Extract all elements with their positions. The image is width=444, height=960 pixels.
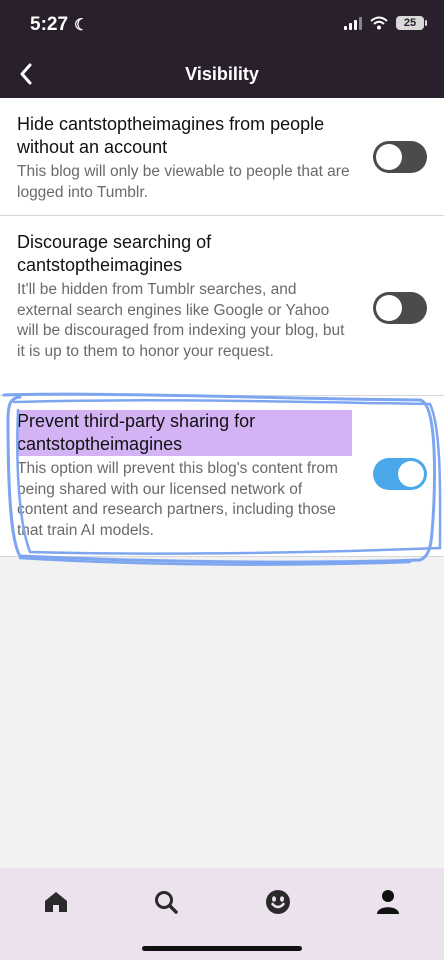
setting-discourage-searching: Discourage searching of cantstoptheimagi… [0, 216, 444, 396]
status-time-text: 5:27 [30, 14, 69, 35]
activity-face-icon [266, 890, 290, 914]
setting-title: Discourage searching of cantstoptheimagi… [17, 232, 212, 275]
tab-account[interactable] [368, 882, 408, 922]
prevent-sharing-toggle[interactable] [373, 458, 427, 490]
search-icon [155, 891, 178, 914]
setting-description: This option will prevent this blog's con… [17, 460, 338, 539]
settings-list: Hide cantstoptheimagines from people wit… [0, 98, 444, 557]
setting-description: It'll be hidden from Tumblr searches, an… [17, 281, 345, 360]
setting-prevent-third-party-sharing: Prevent third-party sharing for cantstop… [0, 396, 444, 557]
status-bar: 5:27 ☾ 25 [0, 0, 444, 52]
battery-level: 25 [403, 17, 417, 29]
home-icon [45, 892, 67, 912]
toggle-knob [376, 144, 402, 170]
nav-bar: Visibility [0, 52, 444, 98]
setting-title: Hide cantstoptheimagines from people wit… [17, 114, 325, 157]
hide-blog-toggle[interactable] [373, 141, 427, 173]
wifi-icon [370, 16, 388, 30]
account-icon [377, 890, 399, 914]
toggle-knob [376, 295, 402, 321]
status-icons: 25 [344, 16, 427, 30]
toggle-knob [398, 461, 424, 487]
setting-description: This blog will only be viewable to peopl… [17, 163, 350, 201]
tab-search[interactable] [146, 882, 186, 922]
tab-activity[interactable] [258, 882, 298, 922]
page-title: Visibility [185, 64, 259, 84]
app-header: 5:27 ☾ 25 Visibility [0, 0, 444, 98]
home-indicator [142, 946, 302, 951]
setting-hide-from-logged-out: Hide cantstoptheimagines from people wit… [0, 98, 444, 216]
discourage-search-toggle[interactable] [373, 292, 427, 324]
tab-home[interactable] [36, 882, 76, 922]
status-time: 5:27 ☾ [30, 14, 88, 36]
signal-icon [344, 16, 362, 30]
battery-icon: 25 [396, 16, 427, 30]
moon-icon: ☾ [74, 17, 89, 34]
setting-title: Prevent third-party sharing for cantstop… [17, 410, 352, 456]
